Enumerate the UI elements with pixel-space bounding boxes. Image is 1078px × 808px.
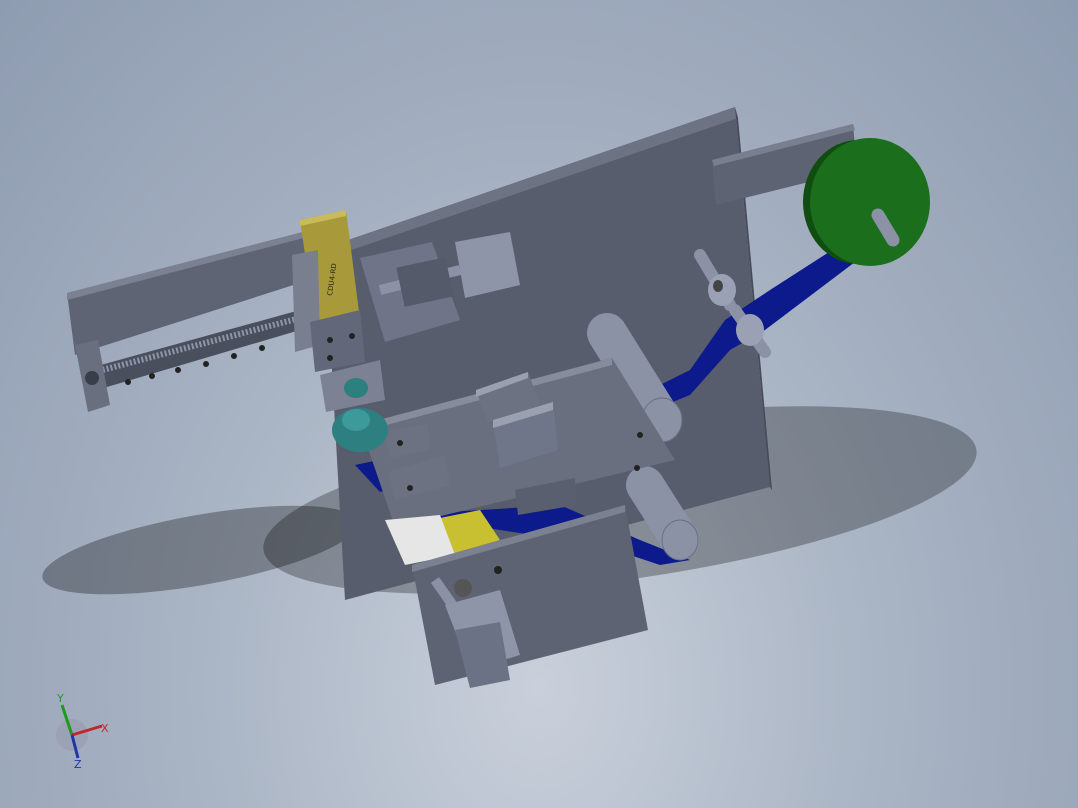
model-shadow-secondary (42, 505, 358, 595)
triad-x-label: X (101, 722, 109, 735)
view-orientation-triad[interactable]: Y X Z (40, 690, 130, 770)
green-spool[interactable] (803, 138, 930, 266)
triad-y-label: Y (56, 692, 64, 705)
linear-screw-rail[interactable] (67, 225, 334, 412)
cad-model-scene[interactable]: CDU4-RD (0, 0, 1078, 808)
triad-z-label: Z (74, 758, 82, 770)
cad-viewport[interactable]: CDU4-RD Y X Z (0, 0, 1078, 808)
